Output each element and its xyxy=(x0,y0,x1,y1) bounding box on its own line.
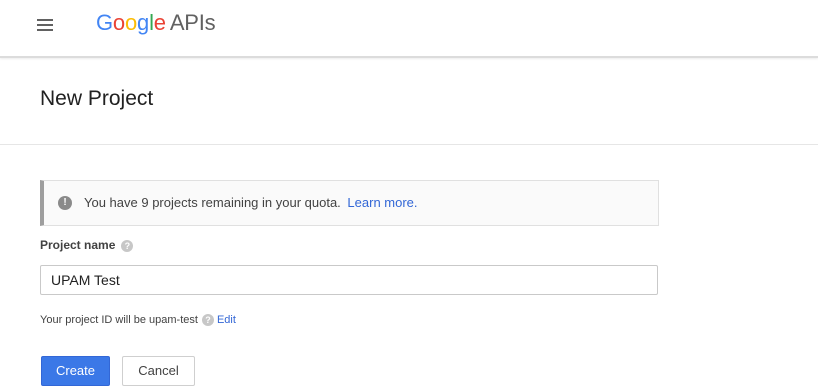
info-icon: ! xyxy=(58,196,72,210)
hamburger-menu-icon[interactable] xyxy=(33,13,57,37)
question-mark-icon[interactable]: ? xyxy=(201,314,214,327)
top-app-bar: Google APIs xyxy=(0,0,818,58)
project-id-text: Your project ID will be upam-test xyxy=(40,314,198,326)
page-title-bar: New Project xyxy=(0,60,818,145)
project-name-label-text: Project name xyxy=(40,238,116,252)
google-logo-text: Google xyxy=(96,10,166,35)
google-logo-letter: o xyxy=(124,10,138,35)
quota-message: You have 9 projects remaining in your qu… xyxy=(84,195,341,210)
create-button[interactable]: Create xyxy=(41,356,110,386)
apis-logo-text: APIs xyxy=(169,10,216,35)
google-logo-letter: G xyxy=(96,10,113,35)
edit-project-id-link[interactable]: Edit xyxy=(217,314,236,326)
google-apis-logo[interactable]: Google APIs xyxy=(96,8,216,38)
google-logo-letter: o xyxy=(112,10,125,35)
quota-notice-text: You have 9 projects remaining in your qu… xyxy=(84,195,418,210)
page-title: New Project xyxy=(40,87,154,110)
learn-more-link[interactable]: Learn more. xyxy=(347,195,417,210)
cancel-button[interactable]: Cancel xyxy=(122,356,195,386)
google-logo-letter: g xyxy=(137,10,150,35)
question-mark-icon[interactable]: ? xyxy=(121,239,134,252)
project-name-input[interactable] xyxy=(40,265,658,295)
project-name-label: Project name? xyxy=(40,238,134,252)
project-id-hint: Your project ID will be upam-test? Edit xyxy=(40,314,236,327)
quota-notice: ! You have 9 projects remaining in your … xyxy=(40,180,659,226)
google-logo-letter: e xyxy=(153,10,166,35)
